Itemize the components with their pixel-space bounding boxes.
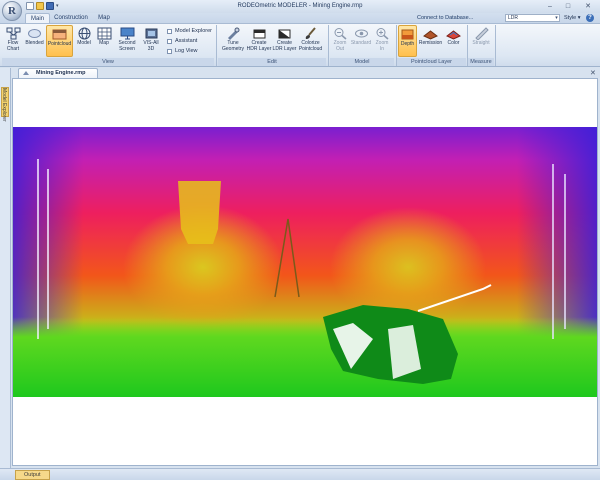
pointcloud-icon	[52, 29, 67, 40]
create-ldr-layer-label: Create LDR Layer	[272, 40, 297, 52]
open-folder-icon[interactable]	[36, 2, 44, 10]
vis-all-3d-label: VIS-All 3D	[143, 40, 159, 52]
pointcloud-depth-render[interactable]	[13, 79, 598, 466]
remission-icon	[423, 30, 438, 40]
color-icon	[446, 30, 461, 40]
minimize-button[interactable]: –	[542, 1, 558, 11]
tune-geometry-label: Tune Geometry	[222, 40, 244, 52]
layer-select[interactable]: LDR	[505, 14, 560, 22]
depth-button[interactable]: Depth	[398, 25, 417, 57]
maximize-button[interactable]: □	[560, 1, 576, 11]
second-screen-button[interactable]: Second Screen	[116, 25, 138, 57]
document-tab[interactable]: Mining Engine.rmp	[18, 68, 98, 78]
flow-chart-label: Flow Chart	[6, 40, 20, 52]
group-separator	[328, 25, 329, 66]
measure-group-caption: Measure	[468, 58, 494, 66]
model-label: Model	[77, 40, 91, 46]
zoom-in-icon	[376, 28, 388, 40]
pointcloud-layer-group-caption: Pointcloud Layer	[397, 58, 466, 66]
eye-icon	[354, 29, 368, 38]
flow-chart-icon	[6, 27, 20, 40]
create-hdr-layer-button[interactable]: Create HDR Layer	[246, 25, 272, 57]
standard-label: Standard	[350, 40, 372, 46]
create-ldr-layer-button[interactable]: Create LDR Layer	[272, 25, 297, 57]
checkbox-box	[167, 38, 172, 44]
zoom-in-label: Zoom In	[375, 40, 389, 52]
group-separator	[495, 25, 496, 66]
depth-label: Depth	[400, 41, 415, 47]
colorize-pointcloud-label: Colorize Pointcloud	[298, 40, 323, 52]
document-tab-strip	[12, 68, 600, 78]
checkbox-box	[167, 28, 172, 34]
map-button[interactable]: Map	[95, 25, 113, 57]
tab-construction[interactable]: Construction	[52, 13, 90, 23]
depth-icon	[401, 29, 414, 40]
blended-icon	[28, 29, 41, 38]
globe-icon	[78, 27, 90, 40]
checkbox-box	[167, 48, 172, 54]
app-menu-button[interactable]: R	[2, 1, 22, 21]
model-explorer-label: Model Explorer	[175, 28, 212, 34]
assistant-checkbox[interactable]: Assistant	[167, 37, 197, 45]
straight-measure-button[interactable]: Straight	[469, 25, 493, 57]
tab-main[interactable]: Main	[25, 13, 50, 23]
zoom-out-icon	[334, 28, 346, 40]
chevron-down-icon[interactable]: ▾	[553, 14, 560, 22]
model-group-caption: Model	[330, 58, 394, 66]
create-hdr-layer-label: Create HDR Layer	[246, 40, 272, 52]
close-document-button[interactable]: ✕	[590, 69, 596, 77]
model-explorer-side-tab[interactable]: Model Explorer	[1, 87, 9, 122]
brush-icon	[305, 27, 316, 39]
new-file-icon[interactable]	[26, 2, 34, 10]
color-label: Color	[447, 40, 460, 46]
log-view-checkbox[interactable]: Log View	[167, 47, 198, 55]
zoom-in-button[interactable]: Zoom In	[373, 25, 391, 57]
map-label: Map	[99, 40, 109, 46]
status-bar	[0, 468, 600, 480]
map-icon	[97, 27, 111, 40]
vis-all-3d-button[interactable]: VIS-All 3D	[140, 25, 162, 57]
document-icon	[23, 71, 29, 75]
log-view-label: Log View	[175, 48, 198, 54]
pointcloud-label: Pointcloud	[47, 41, 72, 47]
ruler-icon	[474, 27, 489, 40]
close-button[interactable]: ✕	[578, 1, 598, 11]
monitor-icon	[120, 27, 134, 40]
second-screen-label: Second Screen	[118, 40, 136, 52]
connect-to-database-link[interactable]: Connect to Database...	[417, 15, 473, 21]
ldr-layer-icon	[278, 29, 291, 39]
flow-chart-button[interactable]: Flow Chart	[3, 25, 23, 57]
straight-label: Straight	[472, 40, 490, 46]
style-label: Style	[564, 15, 577, 21]
vis-all-3d-icon	[145, 28, 157, 39]
colorize-pointcloud-button[interactable]: Colorize Pointcloud	[297, 25, 324, 57]
model-explorer-checkbox[interactable]: Model Explorer	[167, 27, 212, 35]
view-group-caption: View	[2, 58, 214, 66]
style-menu[interactable]: Style ▾	[564, 15, 581, 21]
output-tab[interactable]: Output	[15, 470, 50, 480]
zoom-out-button[interactable]: Zoom Out	[331, 25, 349, 57]
blended-button[interactable]: Blended	[24, 25, 45, 57]
edit-group-caption: Edit	[218, 58, 326, 66]
standard-view-button[interactable]: Standard	[349, 25, 373, 57]
assistant-label: Assistant	[175, 38, 198, 44]
tune-geometry-icon	[227, 27, 239, 40]
tab-map[interactable]: Map	[93, 13, 115, 23]
remission-button[interactable]: Remission	[418, 25, 443, 57]
pointcloud-viewport[interactable]	[12, 78, 598, 466]
blended-label: Blended	[25, 40, 44, 46]
group-separator	[216, 25, 217, 66]
tune-geometry-button[interactable]: Tune Geometry	[220, 25, 246, 57]
save-icon[interactable]	[46, 2, 54, 10]
left-sidebar	[0, 68, 11, 468]
hdr-layer-icon	[253, 29, 265, 39]
pointcloud-button[interactable]: Pointcloud	[46, 25, 73, 57]
zoom-out-label: Zoom Out	[333, 40, 347, 52]
remission-label: Remission	[418, 40, 443, 46]
quick-access-dropdown-icon[interactable]: ▾	[56, 3, 59, 9]
model-button[interactable]: Model	[74, 25, 94, 57]
color-button[interactable]: Color	[443, 25, 464, 57]
window-title: RODEOmetric MODELER - Mining Engine.rmp	[237, 3, 363, 9]
help-icon[interactable]: ?	[586, 14, 594, 22]
